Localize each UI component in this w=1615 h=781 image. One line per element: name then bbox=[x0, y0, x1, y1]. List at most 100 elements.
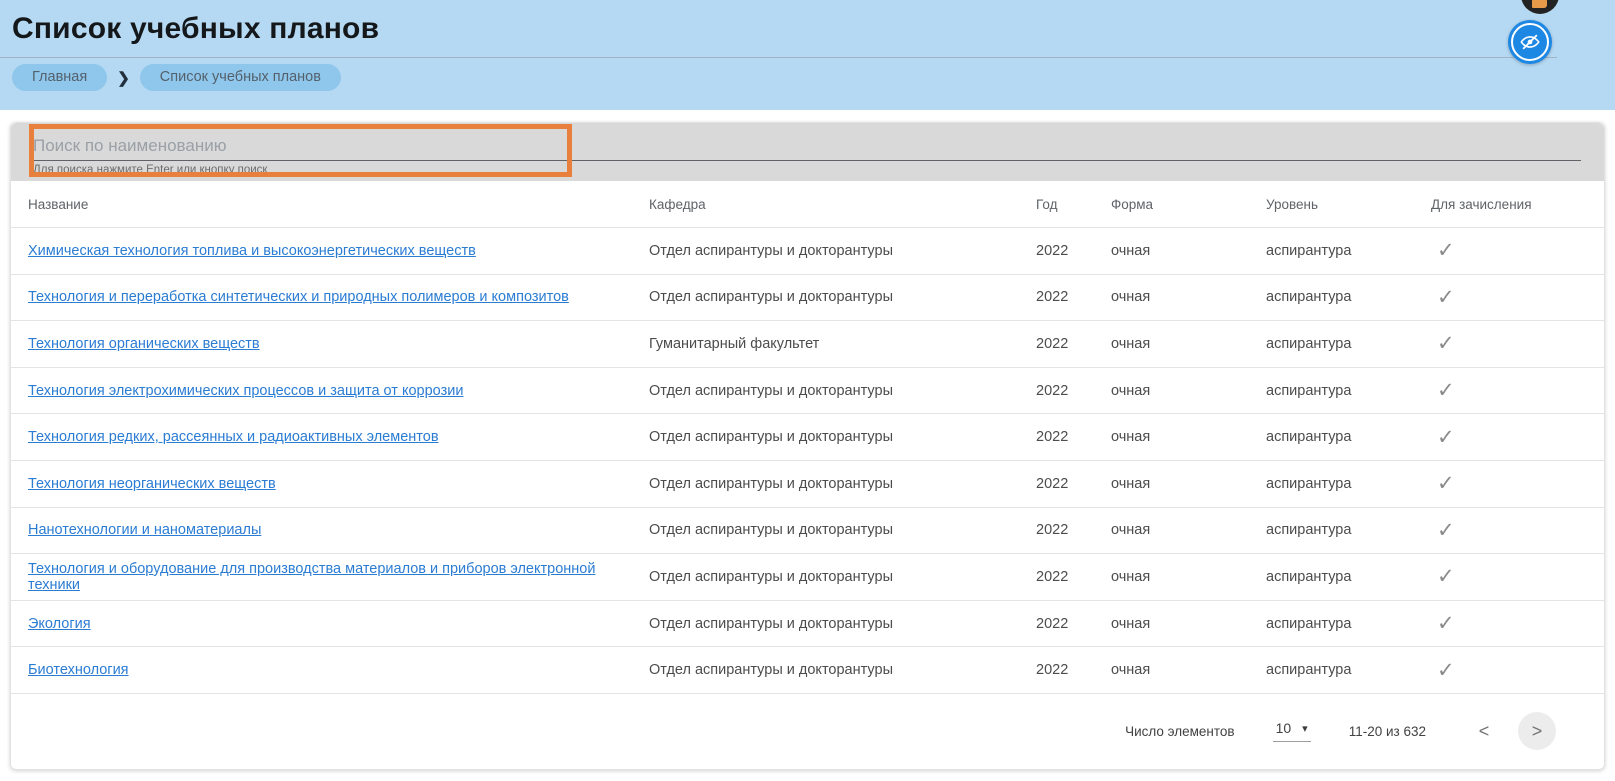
table-row: Технология электрохимических процессов и… bbox=[11, 368, 1604, 415]
form-cell: очная bbox=[1111, 429, 1266, 445]
year-cell: 2022 bbox=[1036, 289, 1111, 305]
table-row: Нанотехнологии и наноматериалы Отдел асп… bbox=[11, 508, 1604, 555]
title-divider bbox=[0, 57, 1557, 58]
level-cell: аспирантура bbox=[1266, 522, 1421, 538]
year-cell: 2022 bbox=[1036, 243, 1111, 259]
department-cell: Отдел аспирантуры и докторантуры bbox=[649, 243, 1036, 259]
table-row: Технология и оборудование для производст… bbox=[11, 554, 1604, 601]
table-row: Технология редких, рассеянных и радиоакт… bbox=[11, 414, 1604, 461]
plan-name-link[interactable]: Технология и переработка синтетических и… bbox=[28, 289, 569, 305]
table-row: Технология неорганических веществ Отдел … bbox=[11, 461, 1604, 508]
column-header-name: Название bbox=[11, 197, 649, 212]
year-cell: 2022 bbox=[1036, 662, 1111, 678]
plan-name-link[interactable]: Нанотехнологии и наноматериалы bbox=[28, 522, 261, 538]
plan-name-link[interactable]: Технология редких, рассеянных и радиоакт… bbox=[28, 429, 439, 445]
table-row: Технология органических веществ Гуманита… bbox=[11, 321, 1604, 368]
plan-name-link[interactable]: Биотехнология bbox=[28, 662, 129, 678]
breadcrumb-current[interactable]: Список учебных планов bbox=[140, 64, 341, 91]
profile-widget[interactable] bbox=[1521, 0, 1559, 14]
table-body: Химическая технология топлива и высокоэн… bbox=[11, 228, 1604, 694]
year-cell: 2022 bbox=[1036, 336, 1111, 352]
department-cell: Отдел аспирантуры и докторантуры bbox=[649, 476, 1036, 492]
previous-page-button[interactable]: < bbox=[1472, 721, 1496, 742]
page-size-value: 10 bbox=[1276, 720, 1292, 736]
plan-name-link[interactable]: Технология органических веществ bbox=[28, 336, 260, 352]
form-cell: очная bbox=[1111, 522, 1266, 538]
breadcrumb-home[interactable]: Главная bbox=[12, 64, 107, 91]
next-chevron-icon: > bbox=[1532, 721, 1543, 742]
level-cell: аспирантура bbox=[1266, 662, 1421, 678]
level-cell: аспирантура bbox=[1266, 289, 1421, 305]
form-cell: очная bbox=[1111, 243, 1266, 259]
year-cell: 2022 bbox=[1036, 569, 1111, 585]
column-header-level: Уровень bbox=[1266, 197, 1421, 212]
level-cell: аспирантура bbox=[1266, 243, 1421, 259]
department-cell: Отдел аспирантуры и докторантуры bbox=[649, 616, 1036, 632]
table-row: Биотехнология Отдел аспирантуры и доктор… bbox=[11, 647, 1604, 694]
table-row: Химическая технология топлива и высокоэн… bbox=[11, 228, 1604, 275]
next-page-button[interactable]: > bbox=[1518, 712, 1556, 750]
plan-name-link[interactable]: Химическая технология топлива и высокоэн… bbox=[28, 243, 476, 259]
level-cell: аспирантура bbox=[1266, 616, 1421, 632]
form-cell: очная bbox=[1111, 336, 1266, 352]
enrollment-check-icon: ✓ bbox=[1421, 239, 1455, 262]
plan-name-link[interactable]: Технология неорганических веществ bbox=[28, 476, 276, 492]
page-title: Список учебных планов bbox=[12, 12, 379, 46]
department-cell: Отдел аспирантуры и докторантуры bbox=[649, 662, 1036, 678]
department-cell: Гуманитарный факультет bbox=[649, 336, 1036, 352]
enrollment-check-icon: ✓ bbox=[1421, 565, 1455, 588]
level-cell: аспирантура bbox=[1266, 429, 1421, 445]
table-row: Экология Отдел аспирантуры и докторантур… bbox=[11, 601, 1604, 648]
dropdown-arrow-icon: ▾ bbox=[1302, 722, 1308, 735]
level-cell: аспирантура bbox=[1266, 569, 1421, 585]
enrollment-check-icon: ✓ bbox=[1421, 659, 1455, 682]
page-range-label: 11-20 из 632 bbox=[1349, 724, 1426, 739]
level-cell: аспирантура bbox=[1266, 383, 1421, 399]
form-cell: очная bbox=[1111, 569, 1266, 585]
search-panel: Для поиска нажмите Enter или кнопку поис… bbox=[11, 123, 1604, 181]
enrollment-check-icon: ✓ bbox=[1421, 472, 1455, 495]
form-cell: очная bbox=[1111, 289, 1266, 305]
department-cell: Отдел аспирантуры и докторантуры bbox=[649, 429, 1036, 445]
page-size-select[interactable]: 10 ▾ bbox=[1273, 720, 1311, 742]
enrollment-check-icon: ✓ bbox=[1421, 286, 1455, 309]
table-row: Технология и переработка синтетических и… bbox=[11, 275, 1604, 322]
department-cell: Отдел аспирантуры и докторантуры bbox=[649, 522, 1036, 538]
level-cell: аспирантура bbox=[1266, 476, 1421, 492]
breadcrumb: Главная ❯ Список учебных планов bbox=[12, 64, 341, 91]
search-hint: Для поиска нажмите Enter или кнопку поис… bbox=[33, 164, 267, 176]
year-cell: 2022 bbox=[1036, 522, 1111, 538]
chat-bubble-icon bbox=[1532, 0, 1547, 8]
year-cell: 2022 bbox=[1036, 383, 1111, 399]
study-plans-card: Для поиска нажмите Enter или кнопку поис… bbox=[10, 122, 1605, 770]
page-header: Список учебных планов Главная ❯ Список у… bbox=[0, 0, 1615, 110]
form-cell: очная bbox=[1111, 616, 1266, 632]
enrollment-check-icon: ✓ bbox=[1421, 612, 1455, 635]
column-header-year: Год bbox=[1036, 197, 1111, 212]
column-header-enrollment: Для зачисления bbox=[1421, 197, 1604, 212]
form-cell: очная bbox=[1111, 383, 1266, 399]
search-input[interactable] bbox=[33, 132, 1581, 161]
year-cell: 2022 bbox=[1036, 429, 1111, 445]
table-header-row: Название Кафедра Год Форма Уровень Для з… bbox=[11, 181, 1604, 228]
pagination-bar: Число элементов 10 ▾ 11-20 из 632 < > bbox=[11, 694, 1604, 769]
breadcrumb-chevron-icon: ❯ bbox=[117, 69, 130, 87]
form-cell: очная bbox=[1111, 476, 1266, 492]
column-header-form: Форма bbox=[1111, 197, 1266, 212]
eye-slash-icon bbox=[1519, 31, 1541, 53]
accessibility-eye-button[interactable] bbox=[1508, 20, 1552, 64]
form-cell: очная bbox=[1111, 662, 1266, 678]
department-cell: Отдел аспирантуры и докторантуры bbox=[649, 289, 1036, 305]
enrollment-check-icon: ✓ bbox=[1421, 519, 1455, 542]
plan-name-link[interactable]: Экология bbox=[28, 616, 91, 632]
enrollment-check-icon: ✓ bbox=[1421, 426, 1455, 449]
level-cell: аспирантура bbox=[1266, 336, 1421, 352]
enrollment-check-icon: ✓ bbox=[1421, 332, 1455, 355]
year-cell: 2022 bbox=[1036, 476, 1111, 492]
column-header-department: Кафедра bbox=[649, 197, 1036, 212]
items-per-page-label: Число элементов bbox=[1125, 724, 1235, 739]
department-cell: Отдел аспирантуры и докторантуры bbox=[649, 569, 1036, 585]
enrollment-check-icon: ✓ bbox=[1421, 379, 1455, 402]
plan-name-link[interactable]: Технология электрохимических процессов и… bbox=[28, 383, 463, 399]
plan-name-link[interactable]: Технология и оборудование для производст… bbox=[28, 561, 595, 593]
